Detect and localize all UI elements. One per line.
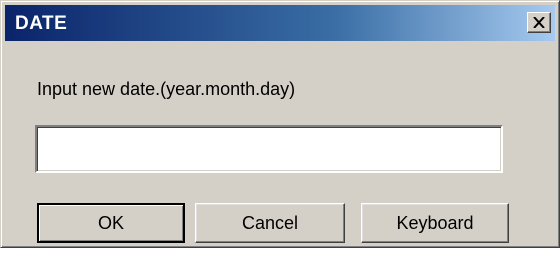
ok-button[interactable]: OK xyxy=(37,203,185,243)
cancel-button[interactable]: Cancel xyxy=(195,203,345,243)
date-dialog: DATE Input new date.(year.month.day) OK … xyxy=(0,0,560,248)
title-bar: DATE xyxy=(5,5,555,41)
date-input[interactable] xyxy=(35,125,503,173)
dialog-title: DATE xyxy=(15,13,68,34)
close-button[interactable] xyxy=(527,12,551,33)
date-prompt-label: Input new date.(year.month.day) xyxy=(37,79,296,99)
keyboard-button[interactable]: Keyboard xyxy=(361,203,509,243)
close-icon xyxy=(533,17,545,28)
